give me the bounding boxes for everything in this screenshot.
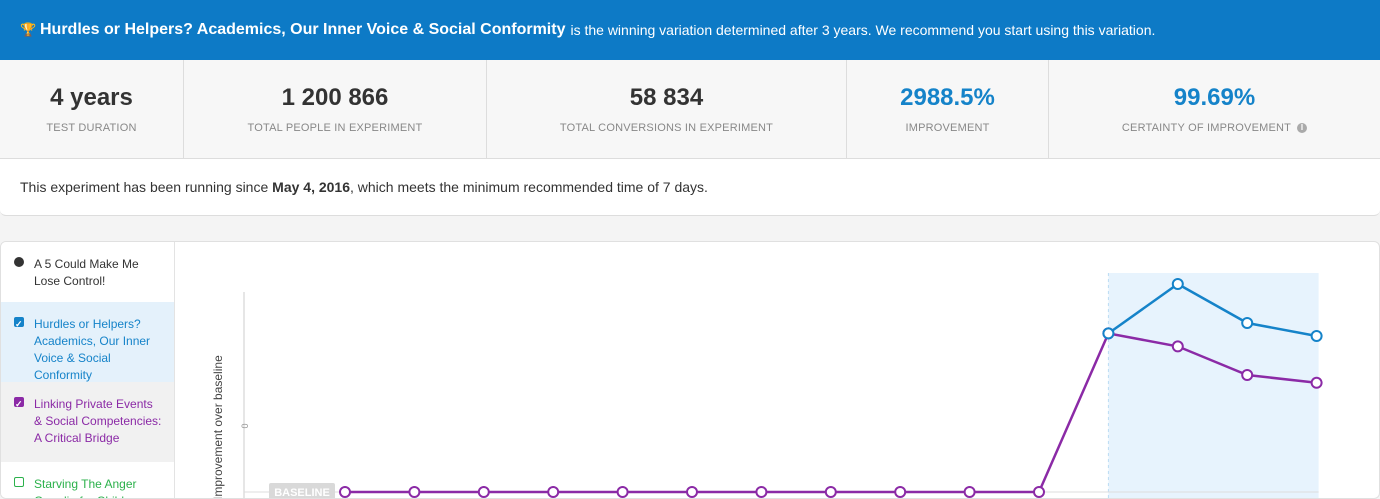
baseline-badge-label: BASELINE bbox=[274, 487, 330, 499]
chart-panel: A 5 Could Make Me Lose Control! ✓ Hurdle… bbox=[0, 241, 1380, 499]
stat-label: CERTAINTY OF IMPROVEMENT i bbox=[1122, 122, 1308, 134]
data-point bbox=[339, 486, 351, 498]
note-prefix: This experiment has been running since bbox=[20, 179, 269, 195]
stat-total-people: 1 200 866 TOTAL PEOPLE IN EXPERIMENT bbox=[184, 60, 487, 158]
data-point bbox=[1241, 369, 1254, 381]
winner-name: Hurdles or Helpers? Academics, Our Inner… bbox=[40, 21, 566, 38]
data-point bbox=[616, 486, 629, 498]
variation-list: A 5 Could Make Me Lose Control! ✓ Hurdle… bbox=[1, 242, 175, 498]
stat-value: 2988.5% bbox=[900, 84, 995, 111]
data-point bbox=[1102, 327, 1115, 340]
checkbox-checked-icon[interactable]: ✓ bbox=[14, 317, 24, 329]
dot-icon bbox=[14, 257, 24, 267]
data-point bbox=[686, 486, 698, 498]
stat-label: TOTAL PEOPLE IN EXPERIMENT bbox=[247, 122, 423, 134]
stat-certainty: 99.69% CERTAINTY OF IMPROVEMENT i bbox=[1049, 60, 1380, 158]
improvement-chart: Improvement over baseline 0 BASELINE bbox=[211, 273, 1323, 499]
stat-test-duration: 4 years TEST DURATION bbox=[0, 60, 184, 158]
data-point bbox=[477, 486, 490, 498]
note-suffix: , which meets the minimum recommended ti… bbox=[350, 179, 708, 195]
data-point bbox=[1171, 340, 1184, 353]
data-point bbox=[963, 486, 976, 498]
stat-value: 58 834 bbox=[629, 84, 704, 111]
variation-label: Linking Private Events & Social Competen… bbox=[34, 397, 162, 445]
variation-item[interactable]: ✓ Hurdles or Helpers? Academics, Our Inn… bbox=[1, 302, 174, 382]
winner-message: is the winning variation determined afte… bbox=[570, 22, 1156, 38]
stat-value: 4 years bbox=[50, 84, 133, 111]
checkbox-checked-icon[interactable]: ✓ bbox=[14, 397, 24, 409]
variation-label: Starving The Anger Gremlin for Children bbox=[34, 477, 141, 498]
data-point bbox=[755, 486, 768, 498]
info-icon[interactable]: i bbox=[1297, 123, 1308, 134]
winner-banner: 🏆 Hurdles or Helpers? Academics, Our Inn… bbox=[0, 0, 1380, 60]
data-point bbox=[824, 486, 837, 498]
stat-label: IMPROVEMENT bbox=[905, 122, 990, 134]
data-point bbox=[894, 486, 907, 498]
data-point bbox=[1171, 278, 1184, 290]
data-point bbox=[1241, 317, 1254, 329]
stat-value: 99.69% bbox=[1173, 84, 1256, 111]
checkbox-empty-icon[interactable] bbox=[14, 477, 24, 487]
variation-item[interactable]: ✓ Linking Private Events & Social Compet… bbox=[1, 382, 174, 462]
data-point bbox=[1033, 486, 1045, 498]
stat-improvement: 2988.5% IMPROVEMENT bbox=[847, 60, 1049, 158]
trophy-icon: 🏆 bbox=[20, 22, 37, 37]
variation-item[interactable]: A 5 Could Make Me Lose Control! bbox=[1, 242, 174, 302]
data-point bbox=[1310, 330, 1323, 342]
highlight-region bbox=[1108, 273, 1319, 498]
variation-label: Hurdles or Helpers? Academics, Our Inner… bbox=[34, 317, 151, 382]
stat-label: TEST DURATION bbox=[46, 122, 137, 134]
stat-label: TOTAL CONVERSIONS IN EXPERIMENT bbox=[559, 122, 774, 134]
data-point bbox=[547, 486, 560, 498]
y-axis-label: Improvement over baseline bbox=[211, 355, 225, 499]
y-tick-label: 0 bbox=[240, 423, 250, 428]
variation-label: A 5 Could Make Me Lose Control! bbox=[34, 257, 139, 288]
data-point bbox=[408, 486, 421, 498]
stats-bar: 4 years TEST DURATION 1 200 866 TOTAL PE… bbox=[0, 60, 1380, 159]
stat-total-conversions: 58 834 TOTAL CONVERSIONS IN EXPERIMENT bbox=[487, 60, 847, 158]
experiment-note: This experiment has been running since M… bbox=[0, 159, 1380, 216]
data-point bbox=[1310, 376, 1323, 389]
note-date: May 4, 2016 bbox=[272, 179, 350, 195]
variation-item[interactable]: Starving The Anger Gremlin for Children bbox=[1, 462, 174, 498]
stat-value: 1 200 866 bbox=[281, 84, 389, 111]
